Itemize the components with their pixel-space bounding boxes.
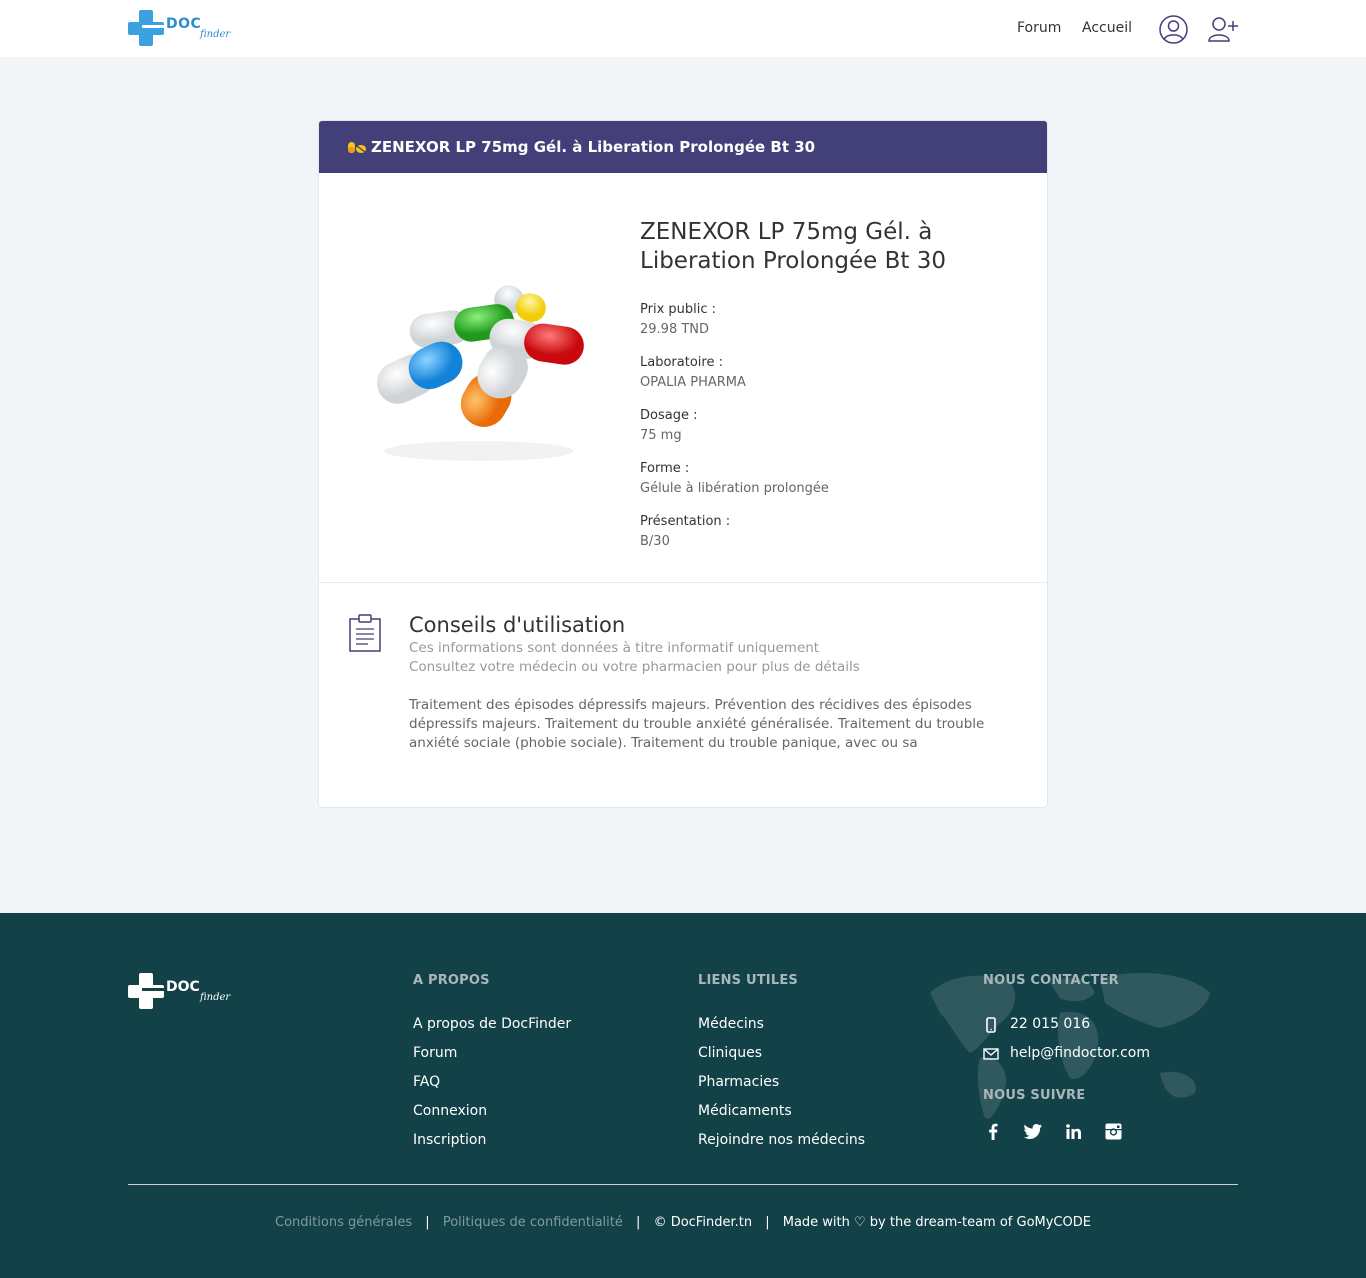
field-presentation: Présentation : B/30 [640,513,730,552]
contact-phone-value: 22 015 016 [1010,1016,1091,1032]
conseils-text: Traitement des épisodes dépressifs majeu… [409,697,985,751]
conseils-section: Conseils d'utilisation Ces informations … [319,583,1047,807]
clipboard-icon [349,614,381,652]
footer-link-forum[interactable]: Forum [413,1039,571,1068]
footer-liens-utiles: LIENS UTILES Médecins Cliniques Pharmaci… [698,973,865,1155]
field-forme: Forme : Gélule à libération prolongée [640,460,829,499]
field-value: 75 mg [640,428,682,443]
footer-link-medecins[interactable]: Médecins [698,1010,865,1039]
conditions-link[interactable]: Conditions générales [275,1215,412,1230]
medication-card: ZENEXOR LP 75mg Gél. à Liberation Prolon… [318,120,1048,808]
footer-apropos-title: A PROPOS [413,973,490,988]
footer-apropos: A PROPOS A propos de DocFinder Forum FAQ… [413,973,571,1155]
field-laboratoire: Laboratoire : OPALIA PHARMA [640,354,746,393]
docfinder-logo[interactable]: DOC finder [128,10,238,48]
phone-icon [986,1016,996,1033]
field-value: B/30 [640,534,670,549]
footer-contact: NOUS CONTACTER 22 015 016 help@findoctor… [983,973,1150,1141]
card-body: ZENEXOR LP 75mg Gél. à Liberation Prolon… [319,173,1047,583]
medication-title: ZENEXOR LP 75mg Gél. à Liberation Prolon… [640,219,946,274]
card-header-title: ZENEXOR LP 75mg Gél. à Liberation Prolon… [371,138,816,156]
field-label: Présentation : [640,514,731,529]
facebook-icon[interactable] [983,1121,1003,1141]
top-navbar: DOC finder Forum Accueil [0,0,1366,57]
footer-link-medicaments[interactable]: Médicaments [698,1097,865,1126]
conseils-subtitle-line: Ces informations sont données à titre in… [409,640,820,656]
contact-phone: 22 015 016 [983,1010,1150,1039]
field-label: Laboratoire : [640,355,723,370]
nav-accueil-link[interactable]: Accueil [1082,20,1132,36]
footer-link-rejoindre[interactable]: Rejoindre nos médecins [698,1126,865,1155]
politiques-link[interactable]: Politiques de confidentialité [443,1215,623,1230]
footer-link-apropos[interactable]: A propos de DocFinder [413,1010,571,1039]
footer-link-pharmacies[interactable]: Pharmacies [698,1068,865,1097]
conseils-subtitle: Ces informations sont données à titre in… [409,639,860,677]
footer-legal-bar: Conditions générales | Politiques de con… [275,1215,1091,1230]
linkedin-icon[interactable] [1063,1121,1083,1141]
conseils-title: Conseils d'utilisation [409,613,626,637]
copyright-text: © DocFinder.tn [653,1215,753,1230]
made-with-text: Made with ♡ by the dream-team of GoMyCOD… [782,1215,1091,1230]
field-label: Forme : [640,461,690,476]
field-label: Dosage : [640,408,698,423]
user-icon[interactable] [1159,15,1188,44]
twitter-icon[interactable] [1023,1121,1043,1141]
field-label: Prix public : [640,302,717,317]
contact-email[interactable]: help@findoctor.com [983,1039,1150,1068]
card-header: ZENEXOR LP 75mg Gél. à Liberation Prolon… [319,121,1047,173]
footer-logo[interactable]: DOC finder [128,973,238,1011]
footer-liens-title: LIENS UTILES [698,973,798,988]
footer: DOC finder A PROPOS A propos de DocFinde… [0,913,1366,1278]
field-dosage: Dosage : 75 mg [640,407,697,446]
field-value: OPALIA PHARMA [640,375,746,390]
footer-link-faq[interactable]: FAQ [413,1068,571,1097]
footer-follow-title: NOUS SUIVRE [983,1088,1086,1103]
field-value: Gélule à libération prolongée [640,481,829,496]
conseils-subtitle-line: Consultez votre médecin ou votre pharmac… [409,659,860,675]
footer-link-inscription[interactable]: Inscription [413,1126,571,1155]
nav-forum-link[interactable]: Forum [1017,20,1061,36]
field-value: 29.98 TND [640,322,710,337]
pills-image [376,285,584,461]
footer-contact-title: NOUS CONTACTER [983,973,1119,988]
instagram-icon[interactable] [1103,1121,1123,1141]
field-prix: Prix public : 29.98 TND [640,301,716,340]
pills-icon [348,142,366,153]
footer-link-cliniques[interactable]: Cliniques [698,1039,865,1068]
contact-email-value[interactable]: help@findoctor.com [1010,1039,1150,1068]
add-user-icon[interactable] [1208,15,1239,43]
footer-link-connexion[interactable]: Connexion [413,1097,571,1126]
footer-divider [128,1184,1238,1185]
envelope-icon [983,1047,999,1060]
social-links [983,1121,1150,1141]
